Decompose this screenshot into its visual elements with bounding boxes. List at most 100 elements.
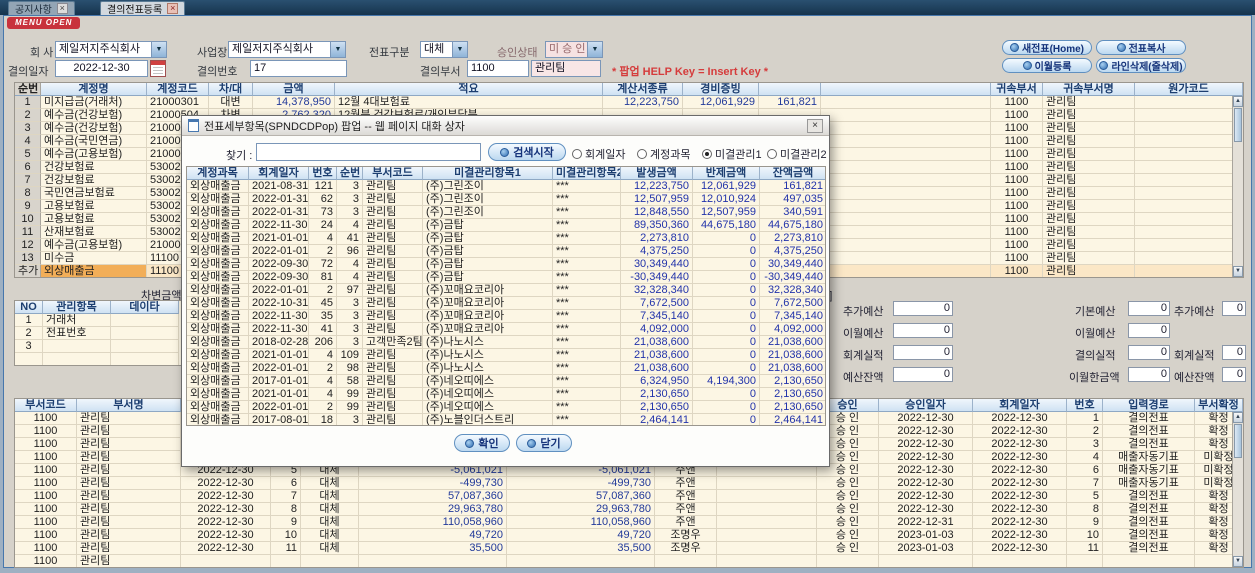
- search-input[interactable]: [256, 143, 481, 161]
- tab-close-icon[interactable]: ×: [56, 3, 68, 14]
- table-row[interactable]: 외상매출금 2022-09-30 81 4 관리팀 (주)금탑 *** -30,349,440…: [187, 271, 825, 284]
- cell: 0: [693, 245, 760, 258]
- company-select[interactable]: 제일저지주식회사 ▼: [55, 41, 167, 58]
- dialog-close-button[interactable]: 닫기: [516, 434, 572, 452]
- scroll-track[interactable]: [1233, 143, 1243, 266]
- chevron-down-icon[interactable]: ▼: [330, 42, 345, 57]
- cell: 관리팀: [1043, 187, 1135, 200]
- chevron-down-icon[interactable]: ▼: [151, 42, 166, 57]
- voucher-no-input[interactable]: 17: [250, 60, 347, 77]
- table-row[interactable]: 외상매출금 2022-11-30 24 4 관리팀 (주)금탑 *** 89,350,360 4…: [187, 219, 825, 232]
- tab-voucher-entry[interactable]: 결의전표등록 ×: [100, 1, 186, 16]
- carryover-register-button[interactable]: 이월등록: [1002, 58, 1092, 73]
- table-row[interactable]: 1100 관리팀 2022-12-30 8 대체 29,963,780 29,963,780…: [15, 503, 1243, 516]
- bottom-grid-scrollbar[interactable]: ▲ ▼: [1232, 412, 1243, 567]
- new-voucher-button[interactable]: 새전표(Home): [1002, 40, 1092, 55]
- budget-field[interactable]: 0: [893, 367, 953, 382]
- scroll-thumb[interactable]: [1234, 424, 1242, 458]
- cell: 2022-12-30: [973, 425, 1067, 438]
- table-row[interactable]: [15, 353, 181, 365]
- table-row[interactable]: 2 전표번호: [15, 327, 181, 340]
- budget-field[interactable]: 0: [1222, 345, 1246, 360]
- approval-status-select[interactable]: 미 승 인 ▼: [545, 41, 603, 58]
- table-row[interactable]: 1 거래처: [15, 314, 181, 327]
- scroll-up-icon[interactable]: ▲: [1233, 96, 1243, 107]
- main-grid-scrollbar[interactable]: ▲ ▼: [1232, 96, 1243, 277]
- table-row[interactable]: 1100 관리팀 2022-12-30 9 대체 110,058,960 110,058,9…: [15, 516, 1243, 529]
- budget-field[interactable]: 0: [1128, 301, 1170, 316]
- table-row[interactable]: 외상매출금 2022-09-30 72 4 관리팀 (주)금탑 *** 30,349,440 0…: [187, 258, 825, 271]
- slip-type-select[interactable]: 대체 ▼: [420, 41, 468, 58]
- table-row[interactable]: 외상매출금 2022-11-30 41 3 관리팀 (주)꼬매요코리아 *** 4,092,0…: [187, 323, 825, 336]
- table-row[interactable]: 1100 관리팀 2022-12-30 10 대체 49,720 49,720 조명우 승 인2…: [15, 529, 1243, 542]
- budget-label: 추가예산: [843, 306, 884, 318]
- dialog-title-bar[interactable]: 전표세부항목(SPNDCDPop) 팝업 -- 웹 페이지 대화 상자 ×: [182, 116, 829, 136]
- table-row[interactable]: 외상매출금 2022-11-30 35 3 관리팀 (주)꼬매요코리아 *** 7,345,1…: [187, 310, 825, 323]
- budget-field[interactable]: 0: [1128, 323, 1170, 338]
- table-row[interactable]: 3: [15, 340, 181, 353]
- cell: [1135, 239, 1243, 252]
- table-row[interactable]: 1100 관리팀 2022-12-30 6 대체 -499,730 -499,730 주앤 승 …: [15, 477, 1243, 490]
- table-row[interactable]: 1 미지급금(거래처) 21000301 대변 14,378,950 12월 4대보험료 1…: [15, 96, 1243, 109]
- copy-voucher-button[interactable]: 전표복사: [1096, 40, 1186, 55]
- scroll-down-icon[interactable]: ▼: [1233, 266, 1243, 277]
- radio-open-item-2[interactable]: 미결관리2: [767, 146, 827, 162]
- budget-field[interactable]: 0: [893, 301, 953, 316]
- table-row[interactable]: 1100 관리팀: [15, 555, 1243, 567]
- cell: 관리팀: [363, 310, 423, 323]
- table-row[interactable]: 외상매출금 2017-01-01 4 58 관리팀 (주)네오띠에스 *** 6,324,95…: [187, 375, 825, 388]
- cell: [821, 239, 991, 252]
- column-header: 계산서종류: [603, 83, 683, 96]
- budget-field[interactable]: 0: [1128, 345, 1170, 360]
- budget-field[interactable]: 0: [1222, 301, 1246, 316]
- budget-field[interactable]: 0: [1128, 367, 1170, 382]
- tab-close-icon[interactable]: ×: [167, 3, 179, 14]
- table-row[interactable]: 외상매출금 2022-01-01 2 96 관리팀 (주)금탑 *** 4,375,250 0 4…: [187, 245, 825, 258]
- table-row[interactable]: 외상매출금 2022-01-31 73 3 관리팀 (주)그린조이 *** 12,848,55…: [187, 206, 825, 219]
- search-start-button[interactable]: 검색시작: [488, 143, 566, 161]
- table-row[interactable]: 외상매출금 2022-10-31 45 3 관리팀 (주)꼬매요코리아 *** 7,672,5…: [187, 297, 825, 310]
- chevron-down-icon[interactable]: ▼: [452, 42, 467, 57]
- dept-code-field[interactable]: 1100: [467, 60, 529, 77]
- cell: 72: [309, 258, 337, 271]
- ok-button[interactable]: 확인: [454, 434, 510, 452]
- table-row[interactable]: 외상매출금 2017-08-01 18 3 관리팀 (주)노블인더스트리 *** 2,464,…: [187, 414, 825, 425]
- table-row[interactable]: 외상매출금 2021-08-31 121 3 관리팀 (주)그린조이 *** 12,223,7…: [187, 180, 825, 193]
- table-row[interactable]: 1100 관리팀 2022-12-30 7 대체 57,087,360 57,087,360…: [15, 490, 1243, 503]
- table-row[interactable]: 외상매출금 2022-01-31 62 3 관리팀 (주)그린조이 *** 12,507,95…: [187, 193, 825, 206]
- chevron-down-icon[interactable]: ▼: [587, 42, 602, 57]
- table-row[interactable]: 외상매출금 2021-01-01 4 109 관리팀 (주)나노시스 *** 21,038,6…: [187, 349, 825, 362]
- table-row[interactable]: 외상매출금 2022-01-01 2 99 관리팀 (주)네오띠에스 *** 2,130,65…: [187, 401, 825, 414]
- resolution-date-input[interactable]: 2022-12-30: [55, 60, 148, 77]
- site-select[interactable]: 제일저지주식회사 ▼: [228, 41, 346, 58]
- cell: 2022-12-30: [973, 542, 1067, 555]
- cell: 32,328,340: [621, 284, 693, 297]
- radio-accounting-date[interactable]: 회계일자: [572, 146, 625, 162]
- table-row[interactable]: 외상매출금 2021-01-01 4 99 관리팀 (주)네오띠에스 *** 2,130,65…: [187, 388, 825, 401]
- table-row[interactable]: 외상매출금2018-02-282063고객만족2팀(JJ(주)나노시스***21…: [187, 336, 825, 349]
- menu-open-badge[interactable]: MENU OPEN: [7, 17, 81, 29]
- table-row[interactable]: 외상매출금 2022-01-01 2 97 관리팀 (주)꼬매요코리아 *** 32,328,…: [187, 284, 825, 297]
- table-row[interactable]: 1100 관리팀 2022-12-30 11 대체 35,500 35,500 조명우 승 인2…: [15, 542, 1243, 555]
- scroll-up-icon[interactable]: ▲: [1233, 412, 1243, 423]
- cell: 1100: [15, 542, 77, 555]
- scroll-track[interactable]: [1233, 459, 1243, 556]
- table-row[interactable]: 외상매출금 2022-01-01 2 98 관리팀 (주)나노시스 *** 21,038,60…: [187, 362, 825, 375]
- cell: 14,378,950: [253, 96, 335, 109]
- column-header: 미결관리항목1: [423, 167, 553, 180]
- scroll-down-icon[interactable]: ▼: [1233, 556, 1243, 567]
- calendar-icon[interactable]: [150, 60, 166, 77]
- radio-open-item-1[interactable]: 미결관리1: [702, 146, 762, 162]
- delete-line-button[interactable]: 라인삭제(줄삭제): [1096, 58, 1186, 73]
- table-row[interactable]: 외상매출금 2021-01-01 4 41 관리팀 (주)금탑 *** 2,273,810 0 2…: [187, 232, 825, 245]
- budget-field[interactable]: 0: [893, 323, 953, 338]
- cell: 외상매출금: [187, 232, 249, 245]
- budget-field[interactable]: 0: [1222, 367, 1246, 382]
- budget-field[interactable]: 0: [893, 345, 953, 360]
- tab-notice[interactable]: 공지사항 ×: [8, 1, 75, 16]
- cell: 0: [693, 388, 760, 401]
- cell: 2,464,141: [760, 414, 825, 425]
- scroll-thumb[interactable]: [1234, 108, 1242, 142]
- radio-account-title[interactable]: 계정과목: [637, 146, 690, 162]
- close-icon[interactable]: ×: [807, 118, 823, 133]
